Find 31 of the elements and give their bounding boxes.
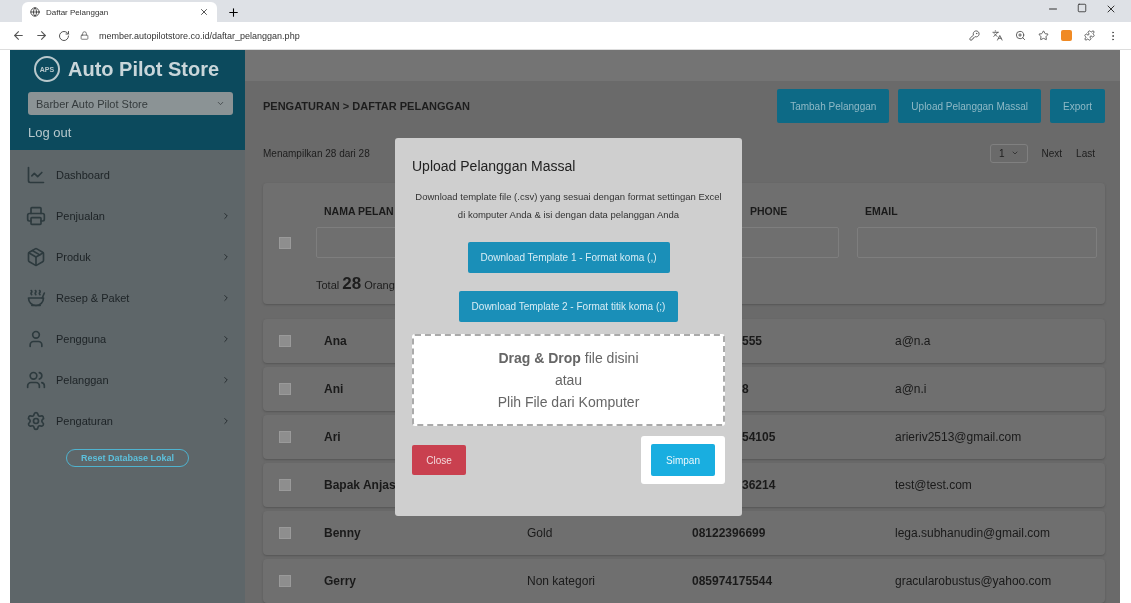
dialog-title: Upload Pelanggan Massal (412, 158, 576, 174)
column-header: EMAIL (864, 204, 898, 219)
table-cell-text: a@n.a (895, 334, 932, 348)
table-cell-text: 36214 (741, 478, 777, 492)
pick-file-text: Plih File dari Komputer (497, 394, 640, 410)
table-cell-text: gracularobustus@yahoo.com (895, 574, 1053, 588)
table-cell-text: Ari (324, 430, 342, 444)
table-cell-text: 08122396699 (692, 526, 767, 540)
table-cell-text: 085974175544 (692, 574, 774, 588)
table-cell-text: Gold (527, 526, 554, 540)
table-cell-text: test@test.com (895, 478, 973, 492)
brand-name: Auto Pilot Store (68, 57, 220, 81)
table-cell-text: Bapak Anjas (324, 478, 397, 492)
table-cell-text: Gerry (324, 574, 358, 588)
column-header: NAMA PELAN (323, 204, 394, 219)
or-text: atau (554, 372, 583, 388)
table-cell-text: 54105 (741, 430, 777, 444)
table-cell-text: Ani (324, 382, 345, 396)
breadcrumb: PENGATURAN > DAFTAR PELANGGAN (263, 100, 471, 112)
table-cell-text: Benny (324, 526, 362, 540)
table-cell-text: arieriv2513@gmail.com (895, 430, 1023, 444)
table-cell-text: Non kategori (527, 574, 597, 588)
dialog-description: Download template file (.csv) yang sesuai dengan format settingan Excel di komputer Anda & isi dengan data pelanggan Anda (414, 190, 723, 222)
drop-text: Drag & Drop file disini (498, 350, 639, 366)
total-count: Total 28 Orang (316, 273, 396, 294)
showing-count: Menampilkan 28 dari 28 (263, 147, 370, 159)
table-cell-text: lega.subhanudin@gmail.com (895, 526, 1051, 540)
table-cell-text: Ana (324, 334, 348, 348)
table-cell-text: 8 (741, 382, 750, 396)
table-cell-text: 555 (741, 334, 764, 348)
table-cell-text: a@n.i (895, 382, 928, 396)
